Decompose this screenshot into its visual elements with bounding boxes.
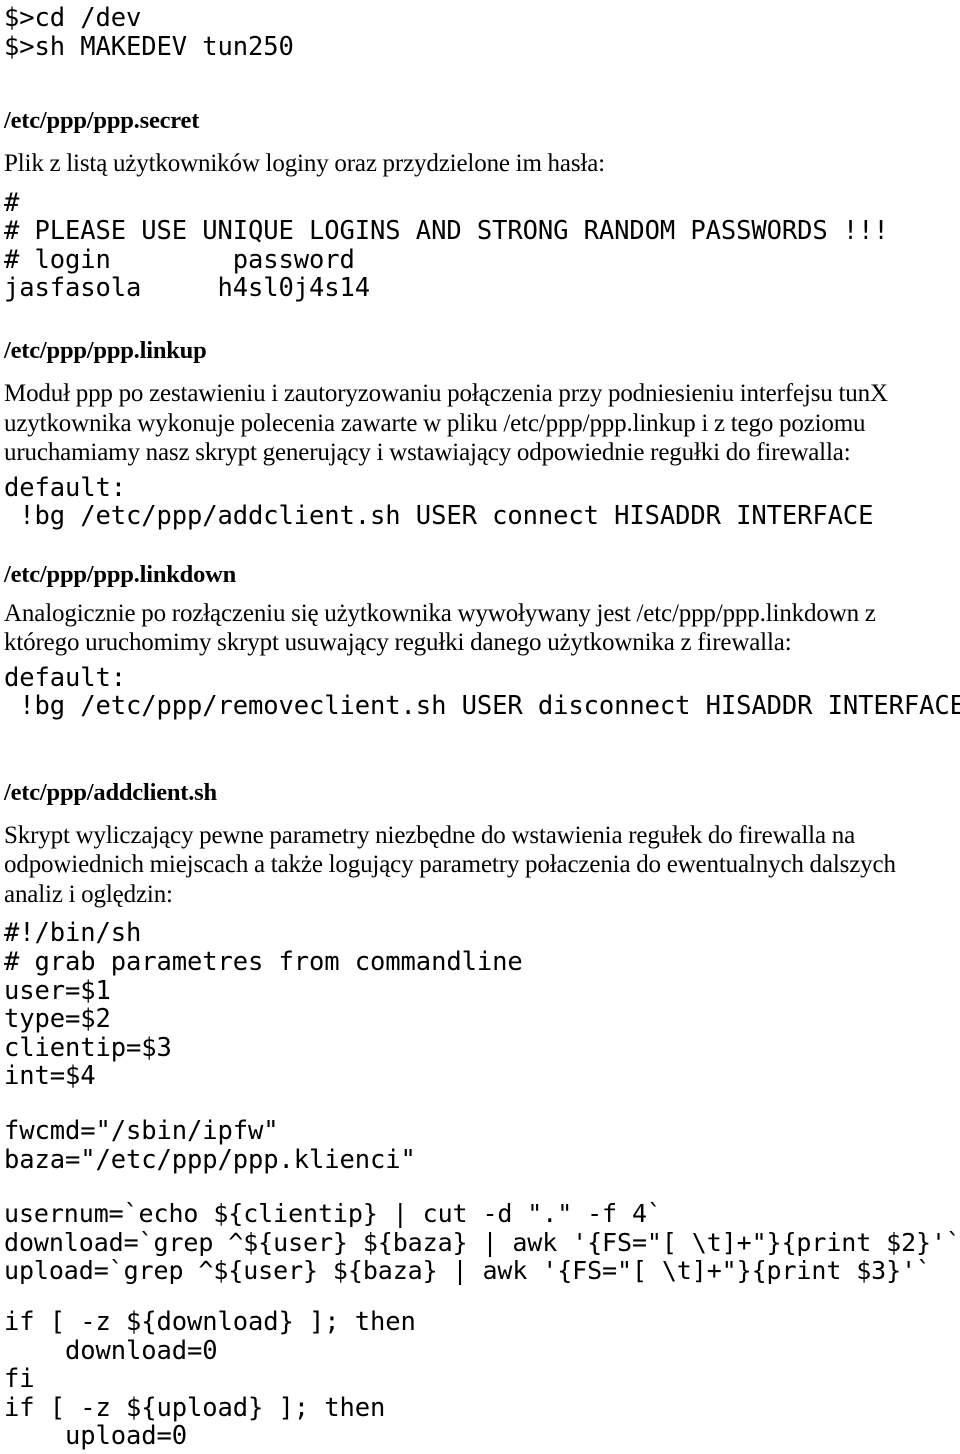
section-ppp-linkup: /etc/ppp/ppp.linkup Moduł ppp po zestawi…	[4, 337, 954, 531]
code-block-script-params: #!/bin/sh # grab parametres from command…	[4, 918, 523, 1092]
code-block-ppp-linkup: default: !bg /etc/ppp/addclient.sh USER …	[4, 472, 874, 532]
section-ppp-secret: /etc/ppp/ppp.secret Plik z listą użytkow…	[4, 107, 954, 303]
section-ppp-linkdown: /etc/ppp/ppp.linkdown Analogicznie po ro…	[4, 560, 960, 722]
section-paragraph-ppp-linkup: Moduł ppp po zestawieniu i zautoryzowani…	[4, 380, 888, 467]
shell-prelude-line-1: $>cd /dev	[4, 3, 142, 33]
shell-prelude-line-2: $>sh MAKEDEV tun250	[4, 31, 294, 62]
code-block-script-extract: usernum=`echo ${clientip} | cut -d "." -…	[4, 1199, 960, 1286]
section-paragraph-addclient-sh: Skrypt wyliczający pewne parametry niezb…	[4, 821, 896, 908]
code-block-ppp-linkdown: default: !bg /etc/ppp/removeclient.sh US…	[4, 662, 960, 722]
section-paragraph-ppp-linkdown: Analogicznie po rozłączeniu się użytkown…	[4, 599, 876, 657]
code-block-script-defaults: if [ -z ${download} ]; then download=0 f…	[4, 1306, 416, 1452]
section-addclient-sh: /etc/ppp/addclient.sh Skrypt wyliczający…	[4, 778, 960, 1452]
section-heading-ppp-secret: /etc/ppp/ppp.secret	[4, 107, 200, 135]
section-heading-ppp-linkup: /etc/ppp/ppp.linkup	[4, 337, 207, 365]
section-heading-ppp-linkdown: /etc/ppp/ppp.linkdown	[4, 560, 237, 588]
section-paragraph-ppp-secret: Plik z listą użytkowników loginy oraz pr…	[4, 150, 605, 178]
section-heading-addclient-sh: /etc/ppp/addclient.sh	[4, 778, 217, 806]
code-block-ppp-secret: # # PLEASE USE UNIQUE LOGINS AND STRONG …	[4, 187, 889, 304]
code-block-script-vars: fwcmd="/sbin/ipfw" baza="/etc/ppp/ppp.kl…	[4, 1116, 416, 1175]
document-page: $>cd /dev $>sh MAKEDEV tun250 /etc/ppp/p…	[0, 0, 960, 1454]
